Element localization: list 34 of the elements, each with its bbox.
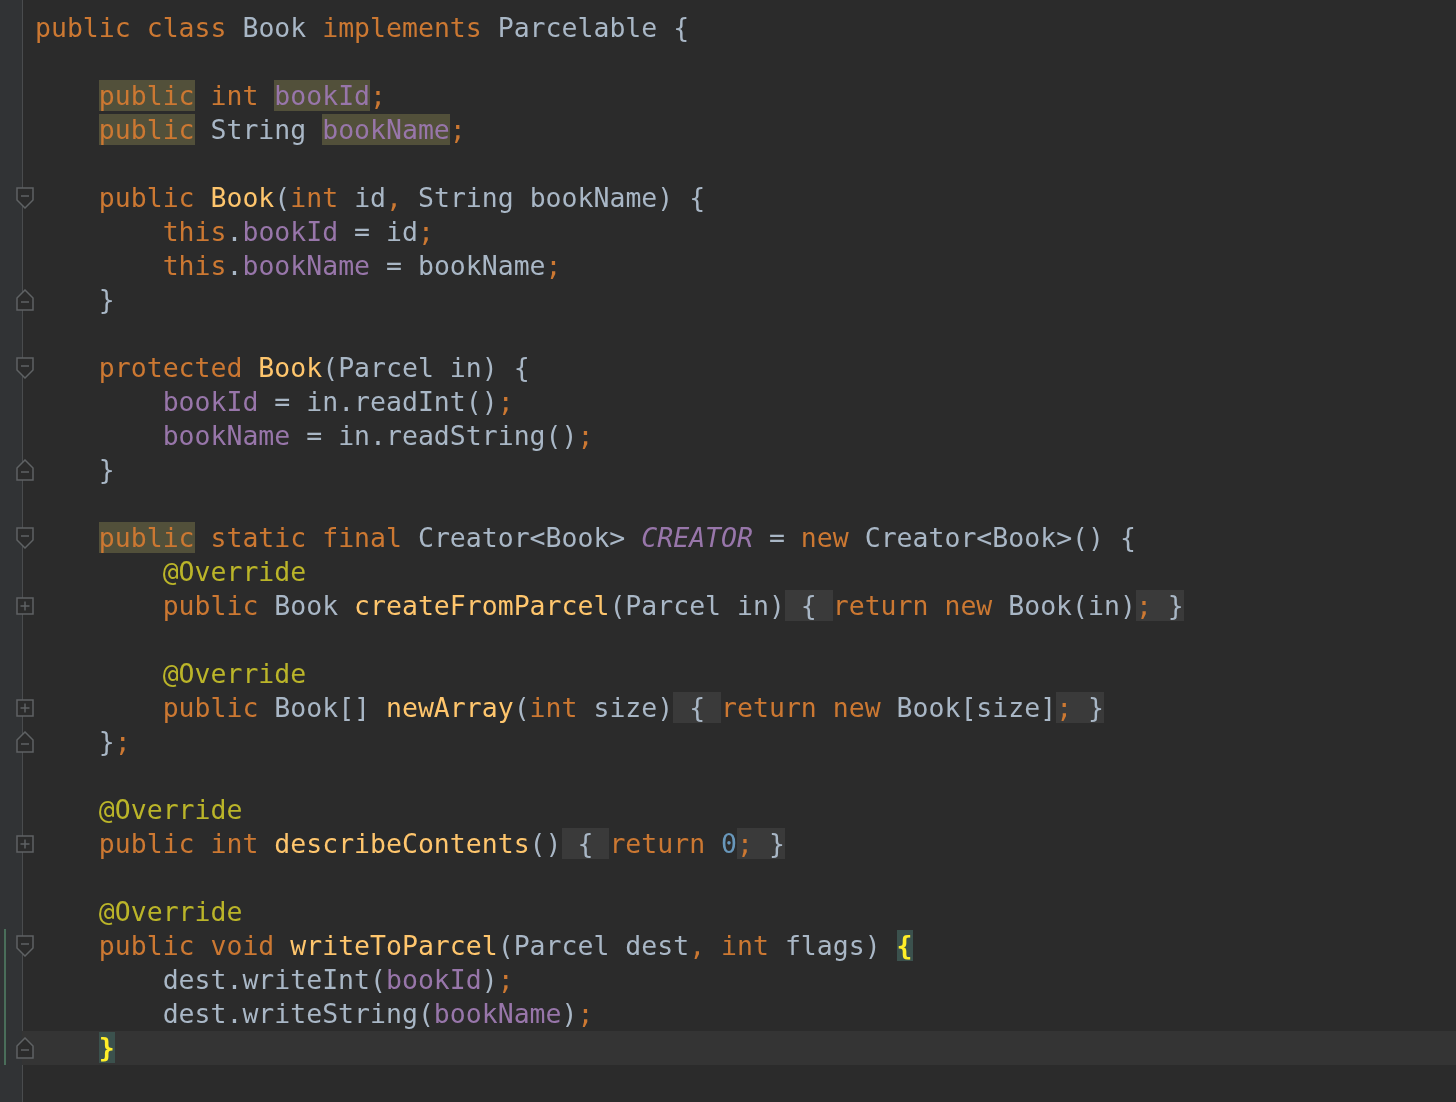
fold-icon[interactable]: [15, 459, 34, 481]
code-line: public Book[] newArray(int size) { return new Book[size]; }: [162, 692, 1105, 723]
code-line: public static final Creator<Book> CREATOR = new Creator<Book>() {: [98, 522, 1136, 553]
code-line: @Override: [162, 556, 307, 587]
code-line: }: [98, 284, 115, 315]
code-line: }: [98, 454, 115, 485]
code-line: bookName = in.readString();: [162, 420, 594, 451]
code-line: @Override: [98, 794, 243, 825]
code-line: this.bookName = bookName;: [162, 250, 562, 281]
code-line: public int describeContents() { return 0; }: [98, 828, 785, 859]
code-line: @Override: [98, 896, 243, 927]
code-line: dest.writeString(bookName);: [162, 998, 594, 1029]
fold-icon[interactable]: [15, 1037, 34, 1059]
code-line: this.bookId = id;: [162, 216, 434, 247]
code-line: public void writeToParcel(Parcel dest, int flags) {: [98, 930, 913, 961]
expand-icon[interactable]: [15, 699, 34, 717]
code-line: protected Book(Parcel in) {: [98, 352, 530, 383]
expand-icon[interactable]: [15, 597, 34, 615]
fold-icon[interactable]: [15, 935, 34, 957]
code-line: };: [98, 726, 131, 757]
fold-icon[interactable]: [15, 187, 34, 209]
code-line: public class Book implements Parcelable {: [35, 12, 690, 43]
fold-icon[interactable]: [15, 289, 34, 311]
fold-icon[interactable]: [15, 731, 34, 753]
code-line: bookId = in.readInt();: [162, 386, 514, 417]
code-line: @Override: [162, 658, 307, 689]
code-line: dest.writeInt(bookId);: [162, 964, 514, 995]
fold-icon[interactable]: [15, 527, 34, 549]
fold-icon[interactable]: [15, 357, 34, 379]
expand-icon[interactable]: [15, 835, 34, 853]
code-line: public Book createFromParcel(Parcel in) { return new Book(in); }: [162, 590, 1184, 621]
code-line: public String bookName;: [98, 114, 466, 145]
code-line: public Book(int id, String bookName) {: [98, 182, 706, 213]
code-line: public int bookId;: [98, 80, 387, 111]
